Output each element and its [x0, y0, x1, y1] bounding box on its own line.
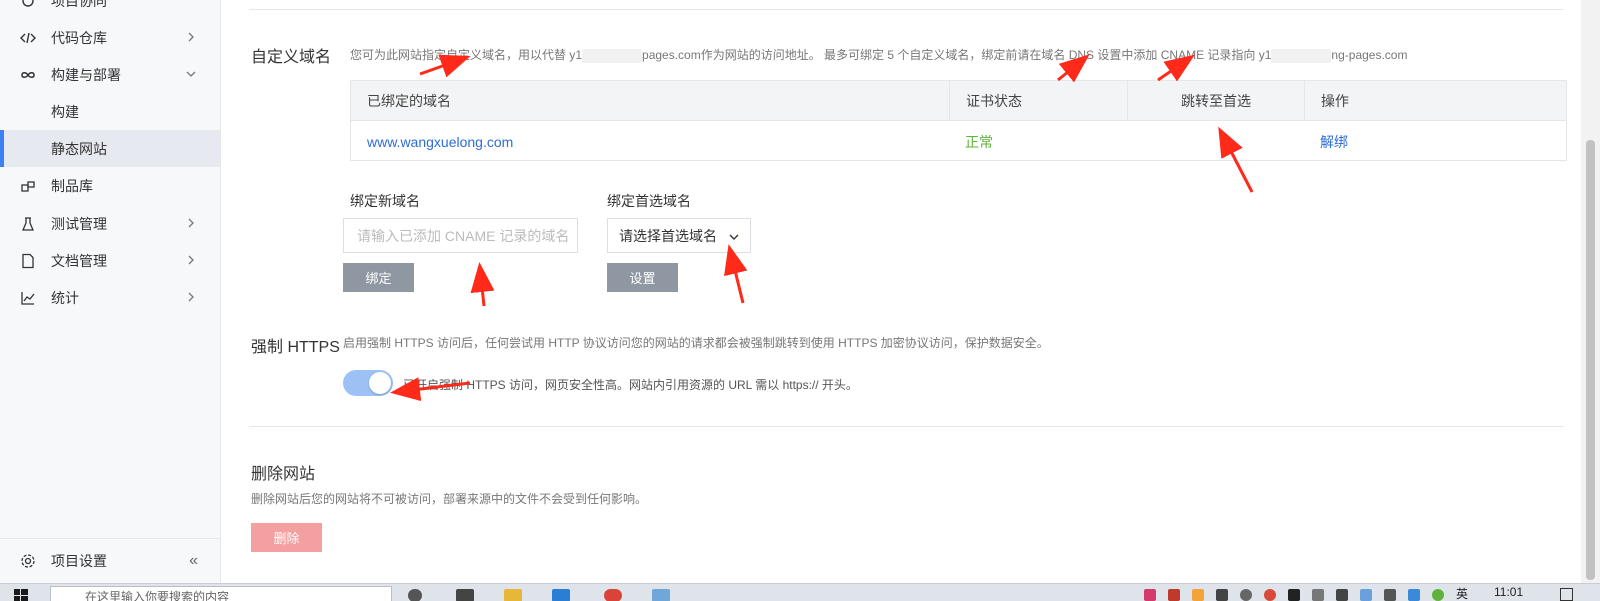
infinity-icon: [20, 67, 36, 83]
redacted-text: [1271, 48, 1332, 63]
sidebar-item-label: 测试管理: [51, 215, 107, 232]
sidebar-item-label: 静态网站: [51, 140, 107, 157]
sidebar: 项目协同 代码仓库 构建与部署 构建 静态网站 制品库 测试管理 文档管理 统计…: [0, 0, 221, 583]
tray-app-icon[interactable]: [1216, 589, 1228, 601]
main-content: 自定义域名 您可为此网站指定自定义域名，用以代替 y1 pages.com作为网站…: [221, 0, 1581, 583]
tray-app-icon[interactable]: [1264, 589, 1276, 601]
package-icon: [20, 178, 36, 194]
tray-app-icon[interactable]: [1384, 589, 1396, 601]
chart-icon: [20, 290, 36, 306]
file-explorer-icon[interactable]: [504, 589, 522, 601]
tray-app-icon[interactable]: [1192, 589, 1204, 601]
project-settings-label: 项目设置: [51, 553, 107, 569]
app-icon[interactable]: [652, 589, 670, 601]
domain-cell[interactable]: www.wangxuelong.com: [351, 122, 513, 162]
sidebar-item-label: 代码仓库: [51, 29, 107, 46]
cortana-icon[interactable]: [408, 589, 422, 601]
flask-icon: [20, 216, 36, 232]
custom-domain-title: 自定义域名: [251, 49, 332, 66]
chevron-down-icon: [186, 71, 196, 77]
chevron-right-icon: [188, 292, 194, 302]
tray-app-icon[interactable]: [1432, 589, 1444, 601]
delete-site-description: 删除网站后您的网站将不可被访问，部署来源中的文件不会受到任何影响。: [251, 492, 648, 506]
desc-part-3: ng-pages.com: [1331, 48, 1408, 62]
sidebar-item-stats[interactable]: 统计: [0, 279, 220, 316]
tray-app-icon[interactable]: [1168, 589, 1180, 601]
sidebar-item-static-site[interactable]: 静态网站: [0, 130, 220, 167]
divider: [249, 426, 1564, 427]
bind-new-domain-label: 绑定新域名: [350, 193, 420, 209]
col-header-domain: 已绑定的域名: [367, 93, 451, 109]
desc-part-1: 您可为此网站指定自定义域名，用以代替 y1: [350, 48, 583, 62]
https-toggle[interactable]: [343, 370, 393, 396]
sidebar-item-label: 制品库: [51, 177, 93, 194]
chevron-right-icon: [188, 218, 194, 228]
https-description: 启用强制 HTTPS 访问后，任何尝试用 HTTP 协议访问您的网站的请求都会被…: [343, 336, 1049, 350]
sidebar-item-project-settings[interactable]: 项目设置 «: [0, 538, 220, 583]
tray-app-icon[interactable]: [1288, 589, 1300, 601]
vscode-icon[interactable]: [552, 589, 570, 601]
chevron-right-icon: [188, 32, 194, 42]
document-icon: [20, 253, 36, 269]
collapse-sidebar-icon[interactable]: «: [189, 552, 198, 570]
unbind-link[interactable]: 解绑: [1304, 122, 1348, 162]
windows-start-icon[interactable]: [14, 589, 28, 601]
tray-app-icon[interactable]: [1408, 589, 1420, 601]
divider: [249, 9, 1564, 10]
delete-button[interactable]: 删除: [251, 523, 322, 552]
sidebar-item-build[interactable]: 构建: [0, 93, 220, 130]
tray-app-icon[interactable]: [1336, 589, 1348, 601]
new-domain-input[interactable]: [343, 218, 578, 253]
sidebar-item-collab[interactable]: 项目协同: [0, 0, 220, 19]
scrollbar-thumb[interactable]: [1586, 140, 1595, 580]
tray-app-icon[interactable]: [1240, 589, 1252, 601]
sidebar-item-label: 项目协同: [51, 0, 107, 9]
toggle-knob: [369, 372, 391, 394]
sidebar-item-label: 统计: [51, 289, 79, 306]
bound-domains-table: 已绑定的域名 证书状态 跳转至首选 操作 www.wangxuelong.com…: [350, 80, 1567, 161]
tray-app-icon[interactable]: [1360, 589, 1372, 601]
bind-button[interactable]: 绑定: [343, 263, 414, 292]
taskbar-search-placeholder: 在这里输入你要搜索的内容: [85, 590, 230, 601]
col-header-action: 操作: [1304, 81, 1566, 121]
tray-app-icon[interactable]: [1312, 589, 1324, 601]
code-icon: [20, 30, 36, 46]
chevron-right-icon: [188, 255, 194, 265]
table-header: 已绑定的域名 证书状态 跳转至首选 操作: [351, 81, 1566, 121]
col-header-cert: 证书状态: [949, 81, 1127, 121]
notification-icon[interactable]: [1560, 588, 1573, 601]
set-button[interactable]: 设置: [607, 263, 678, 292]
select-value: 请选择首选域名: [619, 227, 717, 244]
preferred-domain-label: 绑定首选域名: [607, 193, 691, 209]
collab-icon: [20, 0, 36, 9]
preferred-domain-select[interactable]: 请选择首选域名: [607, 218, 751, 253]
gear-icon: [21, 554, 35, 568]
chrome-icon[interactable]: [604, 589, 622, 601]
windows-taskbar: 在这里输入你要搜索的内容 英 11:01: [0, 583, 1600, 601]
delete-site-title: 删除网站: [251, 466, 316, 483]
taskbar-clock[interactable]: 11:01: [1494, 585, 1523, 599]
cert-status-cell: 正常: [965, 134, 993, 150]
https-toggle-text: 已开启强制 HTTPS 访问，网页安全性高。网站内引用资源的 URL 需以 ht…: [403, 378, 858, 392]
sidebar-item-build-deploy[interactable]: 构建与部署: [0, 56, 220, 93]
https-title: 强制 HTTPS: [251, 339, 340, 356]
sidebar-item-artifacts[interactable]: 制品库: [0, 167, 220, 204]
sidebar-item-label: 构建: [51, 103, 79, 120]
desc-part-2: pages.com作为网站的访问地址。 最多可绑定 5 个自定义域名，绑定前请在…: [642, 48, 1272, 62]
col-header-redirect: 跳转至首选: [1127, 81, 1304, 121]
sidebar-item-label: 构建与部署: [51, 66, 121, 83]
task-view-icon[interactable]: [456, 589, 474, 601]
chevron-down-icon: [729, 234, 739, 240]
sidebar-item-label: 文档管理: [51, 252, 107, 269]
tray-app-icon[interactable]: [1144, 589, 1156, 601]
sidebar-item-code-repo[interactable]: 代码仓库: [0, 19, 220, 56]
redirect-cell[interactable]: [1127, 122, 1304, 162]
taskbar-search-input[interactable]: 在这里输入你要搜索的内容: [50, 586, 392, 601]
custom-domain-description: 您可为此网站指定自定义域名，用以代替 y1 pages.com作为网站的访问地址。…: [350, 46, 1407, 63]
ime-indicator[interactable]: 英: [1456, 585, 1468, 601]
redacted-text: [582, 48, 643, 63]
sidebar-item-test-mgmt[interactable]: 测试管理: [0, 205, 220, 242]
sidebar-item-docs[interactable]: 文档管理: [0, 242, 220, 279]
